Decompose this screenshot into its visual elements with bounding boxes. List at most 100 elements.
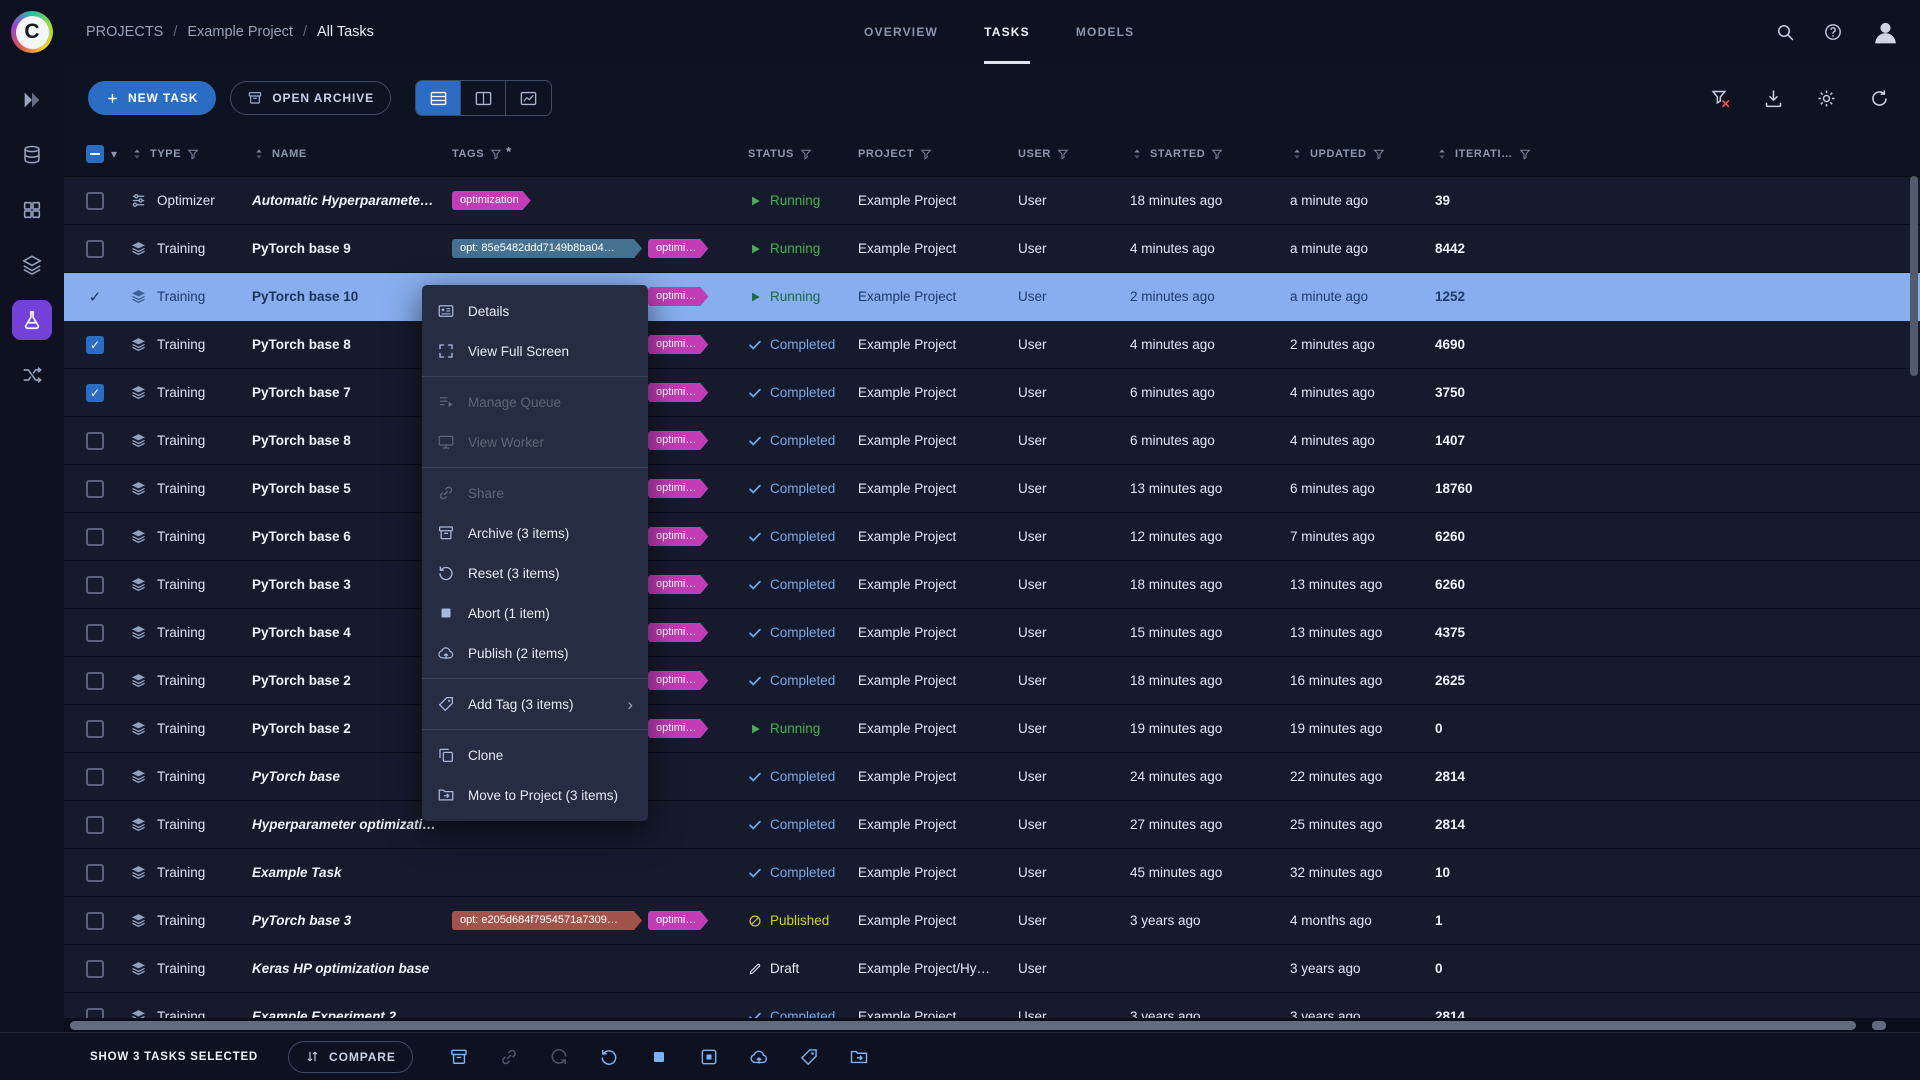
menu-item-archive[interactable]: Archive (3 items) — [422, 513, 648, 553]
task-row[interactable]: TrainingPyTorch base 3opt: e205d684f7954… — [64, 897, 1920, 945]
task-tag[interactable]: optimi… — [648, 719, 708, 738]
row-checkbox[interactable] — [86, 576, 104, 594]
row-checkbox[interactable] — [86, 624, 104, 642]
task-tag[interactable]: optimi… — [648, 287, 708, 306]
task-row[interactable]: TrainingPyTorch base 8optimi…CompletedEx… — [64, 417, 1920, 465]
row-checkbox[interactable] — [86, 912, 104, 930]
row-checkbox[interactable] — [86, 960, 104, 978]
horizontal-scrollbar-thumb[interactable] — [70, 1021, 1856, 1030]
task-name[interactable]: PyTorch base 2 — [242, 721, 442, 736]
table-view-button[interactable] — [416, 81, 461, 115]
task-tag[interactable]: optimi… — [648, 575, 708, 594]
filter-reset-icon[interactable] — [1710, 88, 1731, 109]
task-row[interactable]: TrainingPyTorch base 3optimi…CompletedEx… — [64, 561, 1920, 609]
open-archive-button[interactable]: OPEN ARCHIVE — [230, 81, 391, 115]
row-checkbox[interactable] — [86, 192, 104, 210]
task-name[interactable]: PyTorch base 6 — [242, 529, 442, 544]
compare-button[interactable]: COMPARE — [288, 1041, 413, 1073]
column-header-user[interactable]: USER — [1008, 148, 1120, 160]
row-checkbox[interactable] — [86, 816, 104, 834]
task-name[interactable]: PyTorch base 5 — [242, 481, 442, 496]
breadcrumb-root[interactable]: PROJECTS — [86, 24, 163, 40]
abort-all-action-icon[interactable] — [699, 1047, 719, 1067]
task-row[interactable]: TrainingPyTorch base 2optimi…CompletedEx… — [64, 657, 1920, 705]
row-checkbox[interactable] — [86, 720, 104, 738]
auto-refresh-icon[interactable] — [1869, 88, 1890, 109]
task-row[interactable]: TrainingPyTorch base 5optimi…CompletedEx… — [64, 465, 1920, 513]
task-tag[interactable]: optimization — [452, 191, 531, 210]
task-row[interactable]: TrainingKeras HP optimization baseDraftE… — [64, 945, 1920, 993]
task-tag[interactable]: optimi… — [648, 527, 708, 546]
row-checkbox[interactable] — [86, 240, 104, 258]
column-header-status[interactable]: STATUS — [738, 148, 848, 160]
row-checkbox[interactable] — [86, 864, 104, 882]
breadcrumb-project[interactable]: Example Project — [187, 24, 293, 40]
reset-action-icon[interactable] — [599, 1047, 619, 1067]
task-name[interactable]: PyTorch base 7 — [242, 385, 442, 400]
task-tag[interactable]: optimi… — [648, 479, 708, 498]
task-tag[interactable]: optimi… — [648, 239, 708, 258]
column-header-type[interactable]: TYPE — [120, 147, 242, 161]
menu-item-fullscreen[interactable]: View Full Screen — [422, 331, 648, 371]
task-name[interactable]: Hyperparameter optimizati… — [242, 817, 442, 832]
archive-action-icon[interactable] — [449, 1047, 469, 1067]
menu-item-reset[interactable]: Reset (3 items) — [422, 553, 648, 593]
task-name[interactable]: PyTorch base 9 — [242, 241, 442, 256]
task-name[interactable]: PyTorch base 3 — [242, 577, 442, 592]
column-header-iterations[interactable]: ITERATI… — [1425, 147, 1555, 161]
task-row[interactable]: TrainingPyTorch base 2optimi…RunningExam… — [64, 705, 1920, 753]
task-tag[interactable]: optimi… — [648, 623, 708, 642]
sidebar-item-pipelines[interactable] — [12, 245, 52, 285]
menu-item-tag[interactable]: Add Tag (3 items)› — [422, 684, 648, 724]
task-row[interactable]: TrainingHyperparameter optimizati…Comple… — [64, 801, 1920, 849]
menu-item-publish[interactable]: Publish (2 items) — [422, 633, 648, 673]
vertical-scrollbar[interactable] — [1910, 176, 1918, 1012]
task-row[interactable]: TrainingPyTorch baseCompletedExample Pro… — [64, 753, 1920, 801]
task-name[interactable]: PyTorch base — [242, 769, 442, 784]
chart-view-button[interactable] — [506, 81, 551, 115]
task-tag[interactable]: optimi… — [648, 431, 708, 450]
tab-models[interactable]: MODELS — [1076, 0, 1135, 64]
sidebar-item-workers-queues[interactable] — [12, 355, 52, 395]
selection-count-label[interactable]: SHOW 3 TASKS SELECTED — [90, 1051, 258, 1063]
task-row[interactable]: TrainingPyTorch base 7optimi…CompletedEx… — [64, 369, 1920, 417]
task-tag[interactable]: opt: 85e5482ddd7149b8ba04… — [452, 239, 642, 258]
select-all-checkbox[interactable] — [86, 145, 104, 163]
task-row[interactable]: TrainingExample TaskCompletedExample Pro… — [64, 849, 1920, 897]
column-header-name[interactable]: NAME — [242, 147, 442, 161]
horizontal-scrollbar-nub[interactable] — [1872, 1021, 1886, 1030]
task-tag[interactable]: opt: e205d684f7954571a7309… — [452, 911, 642, 930]
task-name[interactable]: Example Experiment 2 — [242, 1009, 442, 1018]
sidebar-item-experiments[interactable] — [12, 300, 52, 340]
column-header-started[interactable]: STARTED — [1120, 147, 1280, 161]
row-checkbox[interactable] — [86, 336, 104, 354]
sidebar-item-getting-started[interactable] — [12, 80, 52, 120]
sidebar-item-datasets[interactable] — [12, 135, 52, 175]
menu-item-move[interactable]: Move to Project (3 items) — [422, 775, 648, 815]
menu-item-details[interactable]: Details — [422, 291, 648, 331]
publish-action-icon[interactable] — [749, 1047, 769, 1067]
column-header-project[interactable]: PROJECT — [848, 148, 1008, 160]
row-checkbox[interactable] — [86, 480, 104, 498]
task-name[interactable]: PyTorch base 2 — [242, 673, 442, 688]
tab-tasks[interactable]: TASKS — [984, 0, 1030, 64]
row-checkbox[interactable] — [86, 672, 104, 690]
help-icon[interactable] — [1823, 22, 1843, 42]
tab-overview[interactable]: OVERVIEW — [864, 0, 938, 64]
tag-action-icon[interactable] — [799, 1047, 819, 1067]
row-checkbox[interactable] — [86, 432, 104, 450]
task-tag[interactable]: optimi… — [648, 335, 708, 354]
vertical-scrollbar-thumb[interactable] — [1910, 176, 1918, 376]
selection-dropdown-caret-icon[interactable]: ▾ — [111, 147, 118, 161]
row-checkbox[interactable] — [86, 288, 104, 306]
task-name[interactable]: Example Task — [242, 865, 442, 880]
task-name[interactable]: PyTorch base 8 — [242, 433, 442, 448]
row-checkbox[interactable] — [86, 768, 104, 786]
abort-action-icon[interactable] — [649, 1047, 669, 1067]
split-view-button[interactable] — [461, 81, 506, 115]
row-checkbox[interactable] — [86, 1008, 104, 1019]
task-row[interactable]: OptimizerAutomatic Hyperparamete…optimiz… — [64, 177, 1920, 225]
sidebar-item-reports[interactable] — [12, 190, 52, 230]
task-row[interactable]: TrainingPyTorch base 10optimi…RunningExa… — [64, 273, 1920, 321]
task-row[interactable]: TrainingPyTorch base 4optimi…CompletedEx… — [64, 609, 1920, 657]
